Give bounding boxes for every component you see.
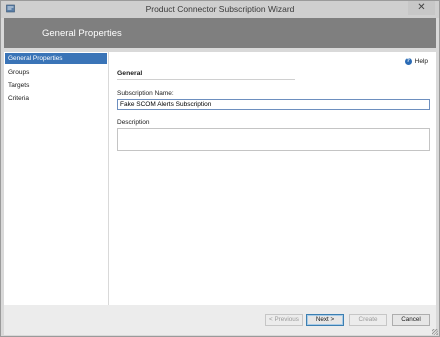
window-title: Product Connector Subscription Wizard (145, 4, 295, 14)
page-header: General Properties (4, 18, 436, 48)
title-bar[interactable]: Product Connector Subscription Wizard ✕ (1, 1, 439, 18)
close-icon: ✕ (417, 2, 426, 13)
resize-grip-icon[interactable] (432, 329, 438, 335)
nav-item-groups[interactable]: Groups (5, 67, 107, 78)
nav-item-general-properties[interactable]: General Properties (5, 53, 107, 64)
nav-item-targets[interactable]: Targets (5, 80, 107, 91)
wizard-footer: < Previous Next > Create Cancel (4, 305, 436, 335)
wizard-steps-nav: General Properties Groups Targets Criter… (4, 52, 108, 305)
help-link[interactable]: ? Help (404, 58, 428, 65)
help-icon: ? (404, 58, 412, 65)
previous-button[interactable]: < Previous (265, 314, 303, 326)
subscription-name-label: Subscription Name: (117, 90, 174, 97)
page-title: General Properties (42, 28, 122, 39)
create-button[interactable]: Create (349, 314, 387, 326)
section-heading: General (117, 70, 143, 77)
content-pane: ? Help General Subscription Name: Descri… (109, 52, 436, 305)
wizard-window: Product Connector Subscription Wizard ✕ … (0, 0, 440, 337)
cancel-button[interactable]: Cancel (392, 314, 430, 326)
subscription-name-input[interactable] (117, 99, 430, 110)
close-button[interactable]: ✕ (408, 1, 435, 15)
description-textarea[interactable] (117, 128, 430, 151)
description-label: Description (117, 119, 150, 126)
nav-item-criteria[interactable]: Criteria (5, 93, 107, 104)
help-label: Help (414, 58, 428, 65)
section-divider (117, 79, 295, 80)
next-button[interactable]: Next > (306, 314, 344, 326)
